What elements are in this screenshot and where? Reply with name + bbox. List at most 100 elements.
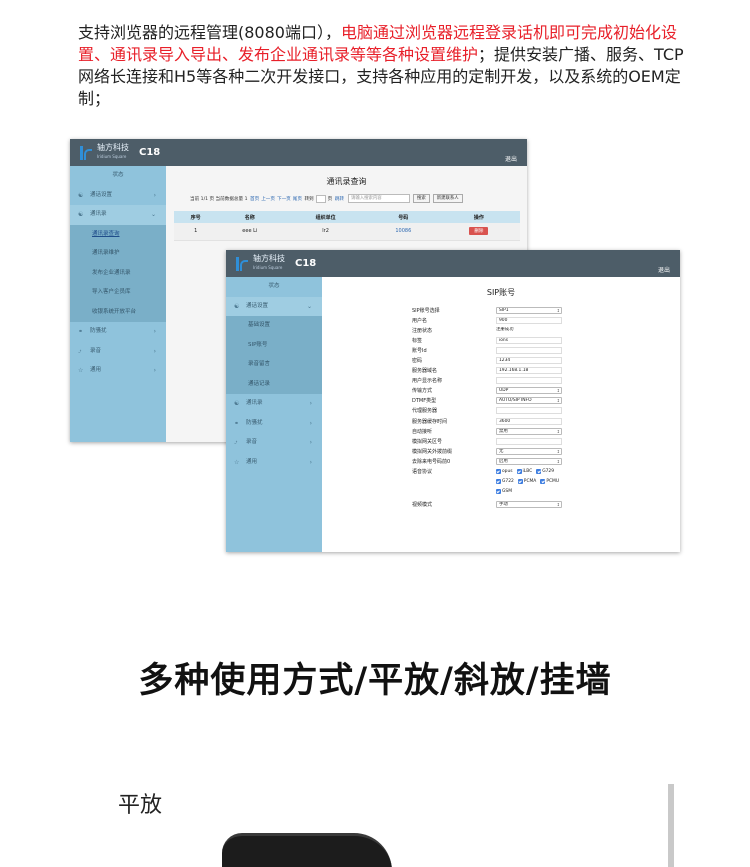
user-icon: ☯ <box>234 400 240 407</box>
form-select[interactable]: UDP <box>496 387 562 395</box>
col-name: 名称 <box>217 211 283 223</box>
codec-checkbox[interactable]: iLBC <box>516 469 532 475</box>
logout-link[interactable]: 退出 <box>505 154 517 163</box>
sidebar-item-recording[interactable]: ⍻ 录音 › <box>70 342 166 362</box>
star-icon: ☆ <box>78 367 84 374</box>
pager-prev[interactable]: 上一页 <box>261 196 275 202</box>
sidebar-item-contacts[interactable]: ☯ 通讯录 › <box>226 394 322 414</box>
sidebar-item-status[interactable]: 状态 <box>226 277 322 297</box>
pager-page-input[interactable] <box>315 194 326 203</box>
add-contact-button[interactable]: 新建联系人 <box>432 194 463 203</box>
top-bar: 轴方科技 Iridium Square C18 退出 <box>70 139 527 166</box>
form-input[interactable] <box>496 437 562 445</box>
form-select[interactable]: 启用 <box>496 457 562 465</box>
sidebar-item-anti-harass[interactable]: ⚭ 防骚扰 › <box>226 414 322 434</box>
form-label: 视频模式 <box>412 502 433 509</box>
form-label: SIP账号选择 <box>412 307 440 314</box>
form-input[interactable] <box>496 377 562 385</box>
form-select[interactable]: 禁用 <box>496 427 562 435</box>
form-select[interactable]: 无 <box>496 447 562 455</box>
codec-checkbox[interactable]: opus <box>496 469 513 475</box>
form-row: 去除来电号码前0 启用 <box>412 456 563 466</box>
form-select[interactable]: 手动 <box>496 501 562 509</box>
checkbox-checked-icon <box>496 479 501 485</box>
sidebar-item-contacts[interactable]: ☯ 通讯录 ⌄ <box>70 205 166 225</box>
codec-row: GSM <box>412 487 563 497</box>
sidebar-item-recording[interactable]: ⍻ 录音 › <box>226 433 322 453</box>
logo-cn: 轴方科技 <box>97 143 129 152</box>
form-input[interactable]: 3600 <box>496 417 562 425</box>
sidebar-item-basic-settings[interactable]: 基础设置 <box>226 316 322 336</box>
usage-headline: 多种使用方式/平放/斜放/挂墙 <box>138 661 612 701</box>
form-row: 代理服务器 <box>412 406 563 416</box>
contacts-submenu: 通讯录查询 通讯录维护 发布企业通讯录 导入客户企员库 收银系统开放平台 <box>70 224 166 323</box>
codec-checkbox[interactable]: GSM <box>496 489 512 495</box>
sidebar-item-import-customers[interactable]: 导入客户企员库 <box>70 283 166 303</box>
codec-label: opus <box>502 469 513 475</box>
sidebar-item-cashier-platform[interactable]: 收银系统开放平台 <box>70 303 166 323</box>
sidebar-item-anti-harass[interactable]: ⚭ 防骚扰 › <box>70 322 166 342</box>
sidebar-item-call-settings[interactable]: ☯ 通话设置 › <box>70 186 166 206</box>
chevron-right-icon: › <box>309 400 312 407</box>
codec-checkbox[interactable]: PCMA <box>517 479 536 485</box>
form-select[interactable]: AUTO/SIP INFO <box>496 397 562 405</box>
col-no: 序号 <box>174 211 218 223</box>
table-row: 1 eee Li lr2 10086 删除 <box>174 223 520 241</box>
pager-jump[interactable]: 跳转 <box>335 196 344 202</box>
form-label: 账号Id <box>412 347 427 354</box>
col-number: 号码 <box>368 211 438 223</box>
sidebar-item-call-log[interactable]: 通话记录 <box>226 375 322 395</box>
sidebar: 状态 ☯ 通话设置 ⌄ 基础设置 SIP账号 录音留言 通话记录 ☯ 通讯录 › ⚭ 防骚… <box>226 277 322 552</box>
pager-next[interactable]: 下一页 <box>277 196 291 202</box>
form-input[interactable] <box>496 346 562 354</box>
sidebar-item-publish-contacts[interactable]: 发布企业通讯录 <box>70 264 166 284</box>
wall-edge-image <box>668 784 674 867</box>
sidebar: 状态 ☯ 通话设置 › ☯ 通讯录 ⌄ 通讯录查询 通讯录维护 发布企业通讯录 导入客户… <box>70 166 166 442</box>
chevron-right-icon: › <box>153 347 156 355</box>
search-button[interactable]: 搜索 <box>412 194 430 203</box>
page-title: SIP账号 <box>486 288 516 297</box>
form-input[interactable]: 192.168.1.18 <box>496 367 562 375</box>
intro-paragraph: 支持浏览器的远程管理(8080端口），电脑通过浏览器远程登录话机即可完成初始化设… <box>78 22 698 110</box>
form-label: 传输方式 <box>412 388 433 395</box>
page-title: 通讯录查询 <box>326 177 367 186</box>
form-label: 用户名 <box>412 317 428 324</box>
form-input[interactable]: ions <box>496 336 562 344</box>
cell-number[interactable]: 10086 <box>368 223 438 241</box>
sidebar-item-voicemail[interactable]: 录音留言 <box>226 355 322 375</box>
sidebar-item-call-settings[interactable]: ☯ 通话设置 ⌄ <box>226 296 322 316</box>
codec-checkbox[interactable]: G729 <box>536 469 554 475</box>
form-input[interactable]: 1234 <box>496 357 562 365</box>
pager-last[interactable]: 尾页 <box>293 196 302 202</box>
codec-checkbox[interactable]: PCMU <box>540 479 559 485</box>
pager-info: 当前 1/1 页 当前数据总量 1 <box>190 196 248 202</box>
logout-link[interactable]: 退出 <box>658 265 670 274</box>
sidebar-item-general[interactable]: ☆ 通用 › <box>70 361 166 381</box>
form-label: 模拟网关区号 <box>412 438 443 445</box>
form-row: SIP账号选择 SIP1 <box>412 305 563 315</box>
sidebar-item-contacts-maintain[interactable]: 通讯录维护 <box>70 244 166 264</box>
sip-form: SIP账号选择 SIP1 用户名 900 注册状态 注册成功标签 ions 账号Id 密码 123… <box>412 305 563 510</box>
form-select[interactable]: SIP1 <box>496 306 562 314</box>
form-value: 注册成功 <box>496 326 514 332</box>
form-row: 自动接听 禁用 <box>412 426 563 436</box>
search-input[interactable]: 请输入搜索内容 <box>347 194 410 203</box>
pager-first[interactable]: 首页 <box>250 196 259 202</box>
checkbox-checked-icon <box>496 469 501 475</box>
sidebar-item-contacts-query[interactable]: 通讯录查询 <box>70 225 166 245</box>
sidebar-item-general[interactable]: ☆ 通用 › <box>226 453 322 473</box>
codec-checkbox[interactable]: G722 <box>496 479 514 485</box>
intro-text-1: 支持浏览器的远程管理(8080端口）， <box>78 23 341 42</box>
delete-button[interactable]: 删除 <box>469 227 489 236</box>
form-input[interactable] <box>496 407 562 415</box>
chevron-down-icon: ⌄ <box>150 211 156 218</box>
device-model: C18 <box>139 147 161 158</box>
pager-page-unit: 页 <box>327 196 333 202</box>
chevron-right-icon: › <box>153 191 156 199</box>
form-input[interactable]: 900 <box>496 316 562 324</box>
sidebar-item-sip-account[interactable]: SIP账号 <box>226 336 322 356</box>
user-icon: ☯ <box>234 302 240 310</box>
sidebar-item-status[interactable]: 状态 <box>70 166 166 186</box>
col-org: 组织单位 <box>282 211 369 223</box>
codec-label: G722 <box>502 479 514 485</box>
